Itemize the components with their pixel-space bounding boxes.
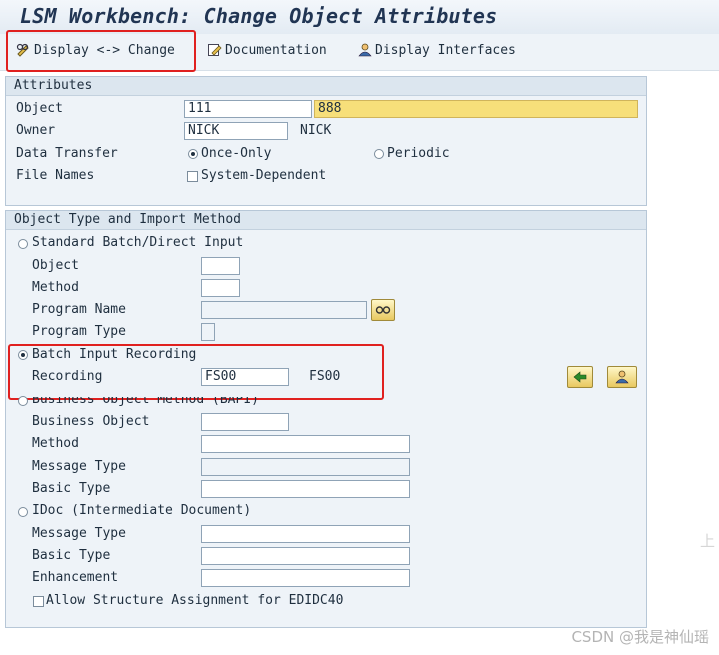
std-method-label: Method <box>32 280 79 295</box>
batch-input-recording-label: Batch Input Recording <box>32 347 197 362</box>
side-character: 上 <box>700 532 716 550</box>
std-object-label: Object <box>32 258 79 273</box>
system-dependent-label: System-Dependent <box>201 168 327 183</box>
business-object-label: Business Object <box>32 414 150 429</box>
bapi-method-field[interactable] <box>201 435 410 453</box>
idoc-basic-type-label: Basic Type <box>32 548 111 563</box>
data-transfer-label: Data Transfer <box>16 146 118 161</box>
allow-structure-checkbox[interactable] <box>33 596 44 607</box>
object-description-field[interactable]: 888 <box>314 100 638 118</box>
bapi-basic-type-field[interactable] <box>201 480 410 498</box>
owner-label: Owner <box>16 123 56 138</box>
recording-label: Recording <box>32 369 103 384</box>
display-change-label: Display <-> Change <box>34 42 175 58</box>
allow-structure-label: Allow Structure Assignment for EDIDC40 <box>46 593 344 608</box>
document-edit-icon <box>208 44 222 56</box>
program-lookup-button[interactable] <box>371 299 395 321</box>
program-type-field[interactable] <box>201 323 215 341</box>
recording-edit-button[interactable] <box>567 366 593 388</box>
display-interfaces-button[interactable]: Display Interfaces <box>357 40 516 60</box>
window-title: LSM Workbench: Change Object Attributes <box>20 4 498 28</box>
glasses-icon <box>375 306 391 314</box>
bapi-basic-type-label: Basic Type <box>32 481 111 496</box>
bapi-message-type-label: Message Type <box>32 459 126 474</box>
file-names-label: File Names <box>16 168 95 183</box>
owner-field[interactable]: NICK <box>184 122 288 140</box>
enhancement-field[interactable] <box>201 569 410 587</box>
person-icon <box>358 43 372 57</box>
display-interfaces-label: Display Interfaces <box>375 42 516 58</box>
idoc-label: IDoc (Intermediate Document) <box>32 503 252 518</box>
enhancement-label: Enhancement <box>32 570 119 585</box>
periodic-label: Periodic <box>387 146 450 161</box>
pencil-glasses-icon <box>16 43 29 57</box>
object-field[interactable]: 111 <box>184 100 312 118</box>
watermark: CSDN @我是神仙瑶 <box>571 628 709 646</box>
idoc-radio[interactable] <box>18 507 28 517</box>
attributes-heading: Attributes <box>6 77 646 96</box>
import-method-heading: Object Type and Import Method <box>6 211 646 230</box>
display-change-button[interactable]: Display <-> Change <box>16 40 175 60</box>
program-name-field[interactable] <box>201 301 367 319</box>
bapi-message-type-field[interactable] <box>201 458 410 476</box>
recording-description: FS00 <box>309 369 341 384</box>
bapi-method-label: Method <box>32 436 79 451</box>
recording-user-button[interactable] <box>607 366 637 388</box>
std-object-field[interactable] <box>201 257 240 275</box>
std-method-field[interactable] <box>201 279 240 297</box>
bapi-radio[interactable] <box>18 396 28 406</box>
once-only-radio[interactable] <box>188 149 198 159</box>
recording-field[interactable]: FS00 <box>201 368 289 386</box>
documentation-label: Documentation <box>225 42 327 58</box>
owner-name: NICK <box>300 123 332 138</box>
once-only-label: Once-Only <box>201 146 272 161</box>
system-dependent-checkbox[interactable] <box>187 171 198 182</box>
business-object-field[interactable] <box>201 413 289 431</box>
object-label: Object <box>16 101 63 116</box>
batch-input-recording-radio[interactable] <box>18 350 28 360</box>
idoc-basic-type-field[interactable] <box>201 547 410 565</box>
attributes-group: Attributes <box>5 76 647 206</box>
standard-batch-radio[interactable] <box>18 239 28 249</box>
idoc-message-type-field[interactable] <box>201 525 410 543</box>
program-type-label: Program Type <box>32 324 126 339</box>
program-name-label: Program Name <box>32 302 126 317</box>
application-toolbar: Display <-> Change Documentation Display… <box>0 34 719 71</box>
person-icon <box>615 370 629 384</box>
idoc-message-type-label: Message Type <box>32 526 126 541</box>
standard-batch-label: Standard Batch/Direct Input <box>32 235 244 250</box>
periodic-radio[interactable] <box>374 149 384 159</box>
documentation-button[interactable]: Documentation <box>207 40 327 60</box>
arrow-edit-icon <box>573 371 587 383</box>
title-bar: LSM Workbench: Change Object Attributes <box>0 0 719 34</box>
